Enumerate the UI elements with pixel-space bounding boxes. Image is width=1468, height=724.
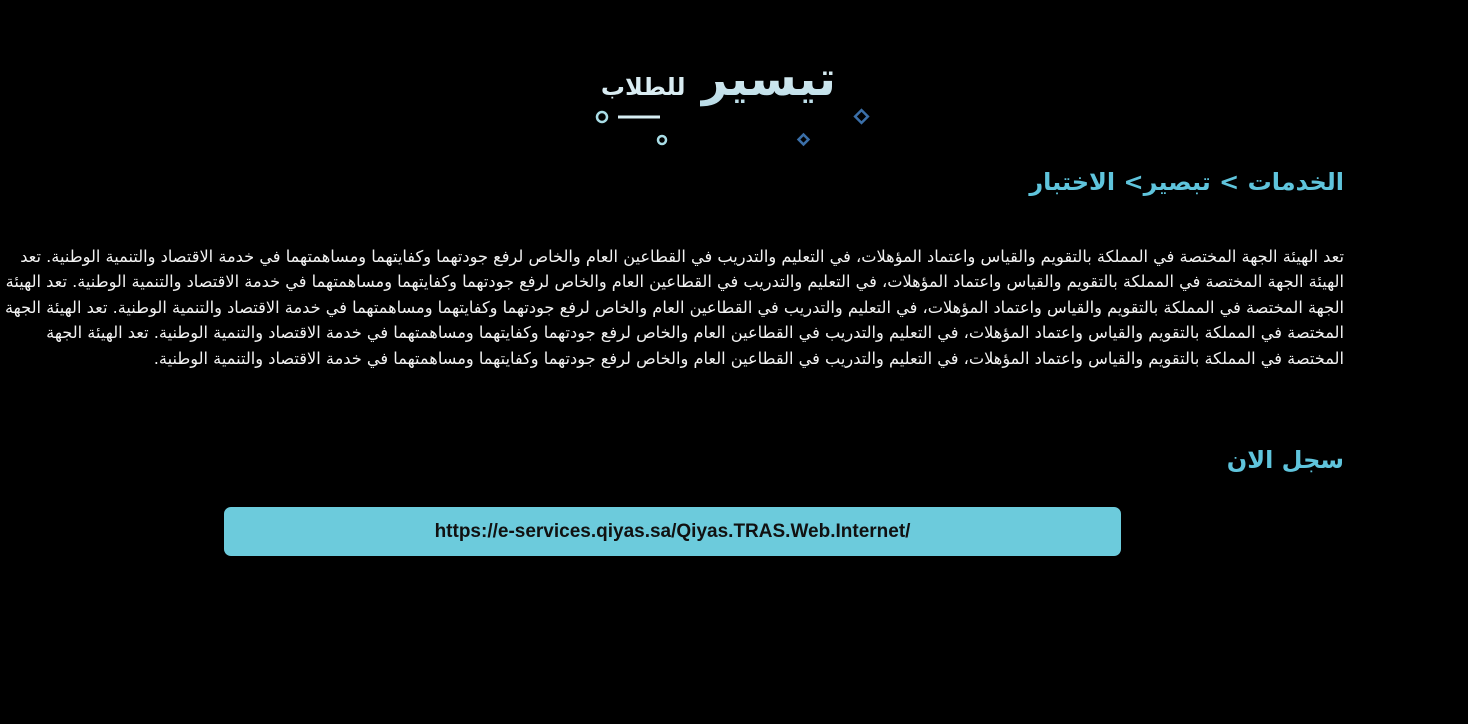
brand-logo[interactable]: تيسير للطلاب <box>590 50 880 150</box>
service-description: تعد الهيئة الجهة المختصة في المملكة بالت… <box>4 247 1344 368</box>
page: تيسير للطلاب الخدمات > تبصير> الاختبار ت… <box>0 0 1468 724</box>
logo-brand-large: تيسير <box>700 51 837 107</box>
registration-link-label: https://e-services.qiyas.sa/Qiyas.TRAS.W… <box>434 520 911 542</box>
logo-circuit-lines-icon <box>595 108 870 147</box>
logo-brand-small: للطلاب <box>600 73 687 101</box>
logo-text: تيسير للطلاب <box>601 50 837 108</box>
registration-link-button[interactable]: https://e-services.qiyas.sa/Qiyas.TRAS.W… <box>224 507 1121 556</box>
register-now-heading: سجل الان <box>1226 446 1344 474</box>
breadcrumb: الخدمات > تبصير> الاختبار <box>1029 168 1344 196</box>
